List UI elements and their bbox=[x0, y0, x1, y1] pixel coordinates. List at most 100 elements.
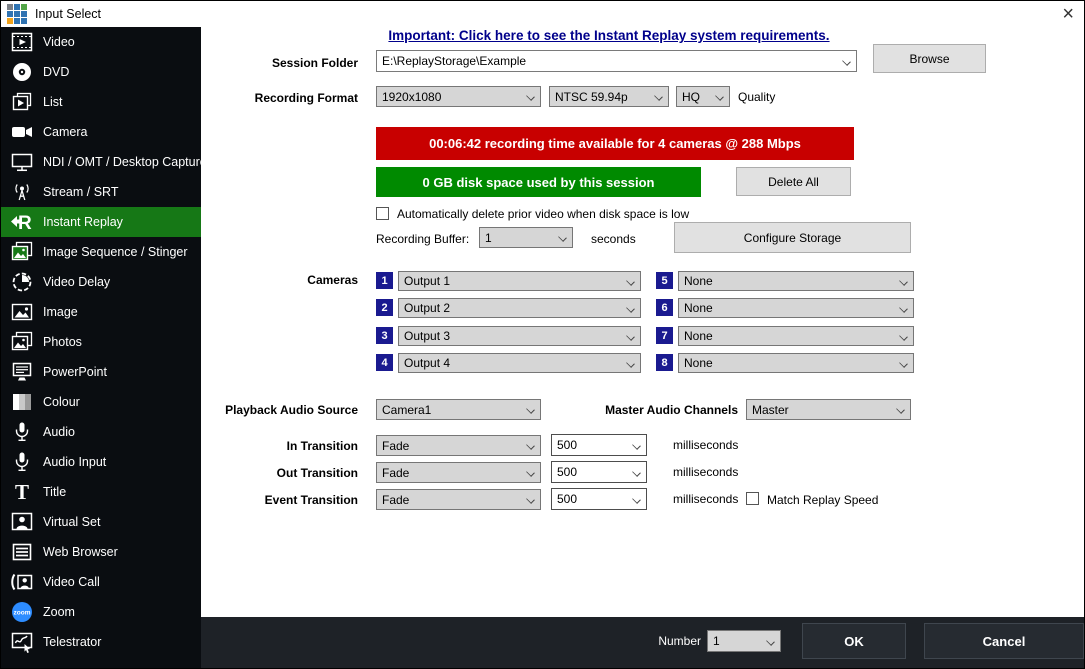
sidebar-item-label: Web Browser bbox=[43, 545, 118, 559]
sidebar-item-list[interactable]: List bbox=[1, 87, 201, 117]
chevron-down-icon bbox=[899, 333, 909, 340]
browse-button[interactable]: Browse bbox=[873, 44, 986, 73]
title-t-icon: T bbox=[9, 480, 35, 504]
image-stack-icon bbox=[9, 240, 35, 264]
camera-8-combobox[interactable]: None bbox=[678, 353, 914, 373]
presentation-icon bbox=[9, 360, 35, 384]
recording-time-banner: 00:06:42 recording time available for 4 … bbox=[376, 127, 854, 160]
sidebar-item-label: Image Sequence / Stinger bbox=[43, 245, 188, 259]
camera-1-combobox[interactable]: Output 1 bbox=[398, 271, 641, 291]
out-transition-label: Out Transition bbox=[201, 466, 358, 480]
cancel-button[interactable]: Cancel bbox=[924, 623, 1084, 659]
sidebar-item-powerpoint[interactable]: PowerPoint bbox=[1, 357, 201, 387]
chevron-down-icon bbox=[899, 305, 909, 312]
antenna-icon bbox=[9, 180, 35, 204]
zoom-icon: zoom bbox=[9, 600, 35, 624]
sidebar-item-label: Image bbox=[43, 305, 78, 319]
sidebar-item-video-call[interactable]: Video Call bbox=[1, 567, 201, 597]
sidebar-item-title[interactable]: T Title bbox=[1, 477, 201, 507]
sidebar-item-label: PowerPoint bbox=[43, 365, 107, 379]
disk-space-banner: 0 GB disk space used by this session bbox=[376, 167, 701, 197]
milliseconds-label: milliseconds bbox=[673, 492, 738, 506]
event-transition-duration-combobox[interactable]: 500 bbox=[551, 488, 647, 510]
recording-buffer-combobox[interactable]: 1 bbox=[479, 227, 573, 248]
camera-7-combobox[interactable]: None bbox=[678, 326, 914, 346]
out-transition-duration-combobox[interactable]: 500 bbox=[551, 461, 647, 483]
svg-text:zoom: zoom bbox=[14, 609, 31, 616]
resolution-combobox[interactable]: 1920x1080 bbox=[376, 86, 541, 107]
sidebar-item-camera[interactable]: Camera bbox=[1, 117, 201, 147]
sidebar-item-label: Photos bbox=[43, 335, 82, 349]
sidebar-item-zoom[interactable]: zoom Zoom bbox=[1, 597, 201, 627]
ok-button[interactable]: OK bbox=[802, 623, 906, 659]
match-replay-speed-checkbox[interactable] bbox=[746, 492, 759, 505]
camera-3-combobox[interactable]: Output 3 bbox=[398, 326, 641, 346]
svg-text:T: T bbox=[15, 480, 29, 504]
auto-delete-checkbox[interactable] bbox=[376, 207, 389, 220]
in-transition-effect-combobox[interactable]: Fade bbox=[376, 435, 541, 456]
sidebar-item-label: Video bbox=[43, 35, 75, 49]
chevron-down-icon bbox=[526, 469, 536, 476]
camera-4-combobox[interactable]: Output 4 bbox=[398, 353, 641, 373]
sidebar-item-audio-input[interactable]: Audio Input bbox=[1, 447, 201, 477]
sidebar-item-dvd[interactable]: DVD bbox=[1, 57, 201, 87]
sidebar: Video DVD List Camera NDI / OMT / Deskto… bbox=[1, 27, 201, 668]
sidebar-item-image-sequence-stinger[interactable]: Image Sequence / Stinger bbox=[1, 237, 201, 267]
master-audio-channels-label: Master Audio Channels bbox=[581, 403, 738, 417]
quality-combobox[interactable]: HQ bbox=[676, 86, 730, 107]
out-transition-effect-combobox[interactable]: Fade bbox=[376, 462, 541, 483]
camera-number-badge: 5 bbox=[656, 272, 673, 289]
number-combobox[interactable]: 1 bbox=[707, 630, 781, 652]
delete-all-button[interactable]: Delete All bbox=[736, 167, 851, 196]
sidebar-item-label: Telestrator bbox=[43, 635, 101, 649]
number-label: Number bbox=[641, 634, 701, 648]
list-icon bbox=[9, 90, 35, 114]
chevron-down-icon bbox=[526, 442, 536, 449]
chevron-down-icon bbox=[626, 278, 636, 285]
chevron-down-icon bbox=[632, 469, 642, 476]
sidebar-item-stream-srt[interactable]: Stream / SRT bbox=[1, 177, 201, 207]
in-transition-duration-combobox[interactable]: 500 bbox=[551, 434, 647, 456]
camera-6-combobox[interactable]: None bbox=[678, 298, 914, 318]
sidebar-item-image[interactable]: Image bbox=[1, 297, 201, 327]
chevron-down-icon bbox=[899, 278, 909, 285]
match-replay-speed-label: Match Replay Speed bbox=[767, 493, 878, 507]
sidebar-item-ndi-omt-desktop-capture[interactable]: NDI / OMT / Desktop Capture bbox=[1, 147, 201, 177]
sidebar-item-video[interactable]: Video bbox=[1, 27, 201, 57]
system-requirements-link[interactable]: Important: Click here to see the Instant… bbox=[354, 28, 864, 43]
sidebar-item-label: Zoom bbox=[43, 605, 75, 619]
microphone-icon bbox=[9, 450, 35, 474]
sidebar-item-telestrator[interactable]: Telestrator bbox=[1, 627, 201, 657]
sidebar-item-web-browser[interactable]: Web Browser bbox=[1, 537, 201, 567]
chevron-down-icon bbox=[766, 638, 776, 645]
camera-number-badge: 4 bbox=[376, 354, 393, 371]
session-folder-combobox[interactable]: E:\ReplayStorage\Example bbox=[376, 50, 857, 72]
chevron-down-icon bbox=[626, 360, 636, 367]
event-transition-label: Event Transition bbox=[201, 493, 358, 507]
image-icon bbox=[9, 300, 35, 324]
close-icon[interactable]: × bbox=[1062, 2, 1074, 26]
camera-number-badge: 1 bbox=[376, 272, 393, 289]
camera-5-combobox[interactable]: None bbox=[678, 271, 914, 291]
chevron-down-icon bbox=[558, 234, 568, 241]
sidebar-item-virtual-set[interactable]: Virtual Set bbox=[1, 507, 201, 537]
sidebar-item-label: Virtual Set bbox=[43, 515, 100, 529]
event-transition-effect-combobox[interactable]: Fade bbox=[376, 489, 541, 510]
sidebar-item-label: Stream / SRT bbox=[43, 185, 118, 199]
frame-rate-combobox[interactable]: NTSC 59.94p bbox=[549, 86, 669, 107]
sidebar-item-video-delay[interactable]: Video Delay bbox=[1, 267, 201, 297]
camera-number-badge: 3 bbox=[376, 327, 393, 344]
sidebar-item-photos[interactable]: Photos bbox=[1, 327, 201, 357]
monitor-icon bbox=[9, 150, 35, 174]
master-audio-channels-combobox[interactable]: Master bbox=[746, 399, 911, 420]
camera-2-combobox[interactable]: Output 2 bbox=[398, 298, 641, 318]
configure-storage-button[interactable]: Configure Storage bbox=[674, 222, 911, 253]
session-folder-label: Session Folder bbox=[201, 56, 358, 70]
playback-audio-source-combobox[interactable]: Camera1 bbox=[376, 399, 541, 420]
vmix-logo-icon bbox=[7, 4, 27, 24]
sidebar-item-instant-replay[interactable]: R Instant Replay bbox=[1, 207, 201, 237]
microphone-icon bbox=[9, 420, 35, 444]
sidebar-item-audio[interactable]: Audio bbox=[1, 417, 201, 447]
virtual-set-icon bbox=[9, 510, 35, 534]
sidebar-item-colour[interactable]: Colour bbox=[1, 387, 201, 417]
